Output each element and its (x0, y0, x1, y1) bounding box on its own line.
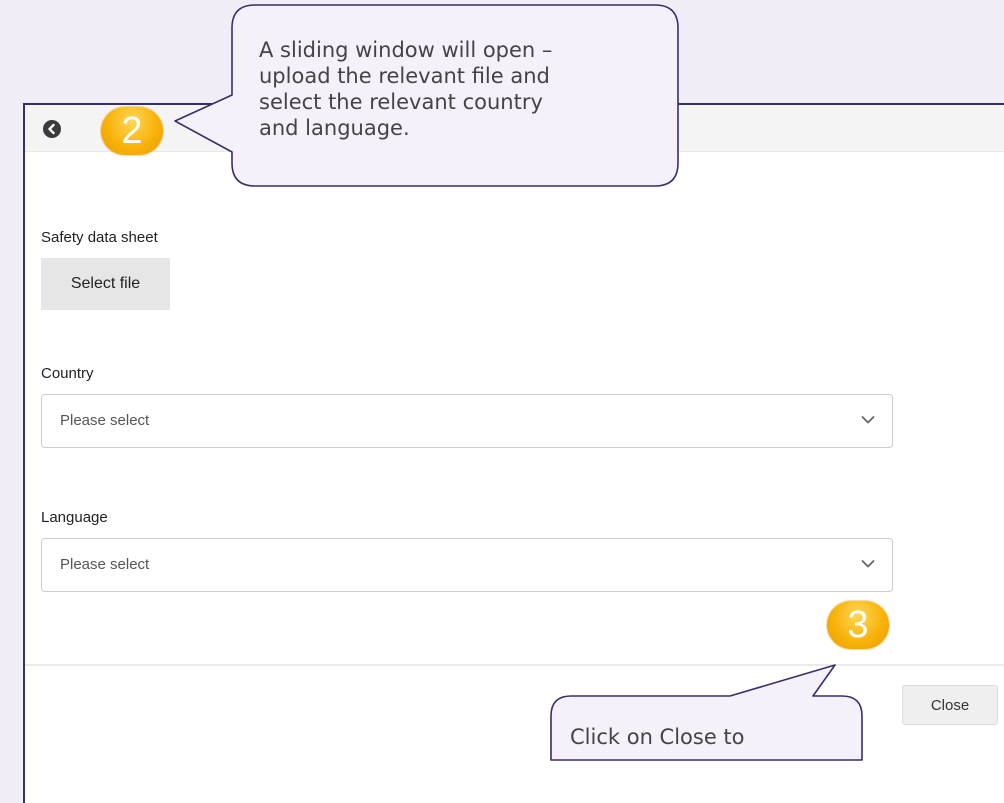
callout-2-text: A sliding window will open – upload the … (259, 38, 553, 140)
step-2-badge: 2 (101, 107, 163, 155)
step-3-badge: 3 (827, 601, 889, 649)
callout-3-text: Click on Close to (570, 725, 745, 749)
